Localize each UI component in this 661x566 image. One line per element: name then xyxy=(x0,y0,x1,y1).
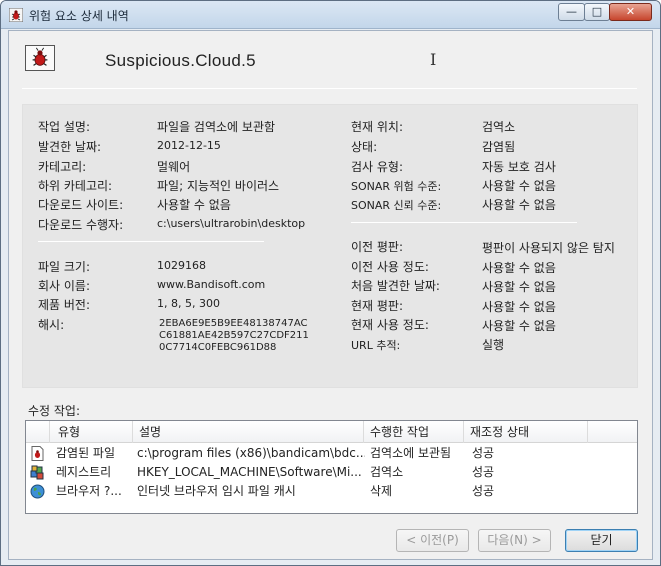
row-description: c:\program files (x86)\bandicam\bdc... xyxy=(137,446,365,460)
label-url-tracking: URL 추적: xyxy=(351,339,401,352)
label-product-version: 제품 버전: xyxy=(38,298,91,312)
label-current-usage: 현재 사용 정도: xyxy=(351,318,429,332)
close-window-button[interactable]: ✕ xyxy=(609,3,652,21)
hash-line: 0C7714C0FEBC961D88 xyxy=(159,342,277,353)
close-icon: ✕ xyxy=(625,5,636,18)
label-scan-type: 검사 유형: xyxy=(351,160,404,174)
value-first-seen: 사용할 수 없음 xyxy=(482,280,556,294)
threat-header: Suspicious.Cloud.5 I xyxy=(9,31,652,93)
row-action: 검역소에 보관됨 xyxy=(370,446,452,460)
label-sonar-risk: SONAR 위험 수준: xyxy=(351,180,442,193)
label-company-name: 회사 이름: xyxy=(38,279,91,293)
table-row[interactable]: 브라우저 ?... 인터넷 브라우저 임시 파일 캐시 삭제 성공 xyxy=(26,482,637,501)
threat-details-window: 위험 요소 상세 내역 — □ ✕ Suspicious.Cloud.5 I 작… xyxy=(0,0,661,566)
threat-bug-icon xyxy=(25,45,55,71)
row-status: 성공 xyxy=(472,465,495,479)
row-status: 성공 xyxy=(472,446,495,460)
row-status: 성공 xyxy=(472,484,495,498)
minimize-icon: — xyxy=(566,5,577,18)
value-sonar-risk: 사용할 수 없음 xyxy=(482,179,556,193)
value-url-tracking: 실행 xyxy=(482,338,505,352)
value-current-usage: 사용할 수 없음 xyxy=(482,319,556,333)
browser-globe-icon xyxy=(30,484,45,499)
label-first-seen: 처음 발견한 날짜: xyxy=(351,279,440,293)
close-button[interactable]: 닫기 xyxy=(565,529,638,552)
row-type: 감염된 파일 xyxy=(56,446,116,460)
label-file-size: 파일 크기: xyxy=(38,260,91,274)
row-action: 검역소 xyxy=(370,465,404,479)
infected-file-icon xyxy=(31,446,44,461)
value-hash: 2EBA6E9E5B9EE48138747AC C61881AE42B597C2… xyxy=(159,318,309,354)
label-sonar-trust: SONAR 신뢰 수준: xyxy=(351,199,442,212)
label-action-description: 작업 설명: xyxy=(38,120,91,134)
table-row[interactable]: 감염된 파일 c:\program files (x86)\bandicam\b… xyxy=(26,444,637,463)
value-subcategory: 파일; 지능적인 바이러스 xyxy=(157,179,280,193)
value-current-location: 검역소 xyxy=(482,120,516,134)
table-row[interactable]: 레지스트리 HKEY_LOCAL_MACHINE\Software\Mi... … xyxy=(26,463,637,482)
header-divider xyxy=(22,88,637,89)
title-bar[interactable]: 위험 요소 상세 내역 — □ ✕ xyxy=(1,1,660,29)
value-downloaded-by: c:\users\ultrarobin\desktop xyxy=(157,217,306,230)
right-separator xyxy=(351,222,577,223)
value-previous-usage: 사용할 수 없음 xyxy=(482,261,556,275)
row-type: 브라우저 ?... xyxy=(56,484,122,498)
dialog-content: Suspicious.Cloud.5 I 작업 설명: 파일을 검역소에 보관함… xyxy=(8,30,653,560)
value-product-version: 1, 8, 5, 300 xyxy=(157,297,220,310)
label-current-reputation: 현재 평판: xyxy=(351,299,404,313)
registry-icon xyxy=(30,465,44,480)
hash-line: 2EBA6E9E5B9EE48138747AC xyxy=(159,318,308,329)
column-header-status[interactable]: 재조정 상태 xyxy=(464,421,588,443)
column-header-description[interactable]: 설명 xyxy=(133,421,364,443)
value-previous-reputation: 평판이 사용되지 않은 탐지 xyxy=(482,241,615,255)
label-status: 상태: xyxy=(351,140,378,154)
row-type: 레지스트리 xyxy=(56,465,112,479)
column-header-type[interactable]: 유형 xyxy=(50,421,133,443)
label-subcategory: 하위 카테고리: xyxy=(38,179,113,193)
table-header: 유형 설명 수행한 작업 재조정 상태 xyxy=(26,421,637,443)
row-description: 인터넷 브라우저 임시 파일 캐시 xyxy=(137,484,296,498)
column-header-icon[interactable] xyxy=(26,421,50,443)
value-company-name: www.Bandisoft.com xyxy=(157,278,266,291)
maximize-icon: □ xyxy=(591,5,603,18)
label-previous-reputation: 이전 평판: xyxy=(351,240,404,254)
value-status: 감염됨 xyxy=(482,140,516,154)
row-action: 삭제 xyxy=(370,484,393,498)
value-sonar-trust: 사용할 수 없음 xyxy=(482,198,556,212)
value-action-description: 파일을 검역소에 보관함 xyxy=(157,120,276,134)
label-category: 카테고리: xyxy=(38,160,87,174)
repair-actions-label: 수정 작업: xyxy=(28,404,81,418)
label-current-location: 현재 위치: xyxy=(351,120,404,134)
text-cursor-icon: I xyxy=(430,50,437,69)
next-button[interactable]: 다음(N) > xyxy=(478,529,551,552)
previous-button[interactable]: < 이전(P) xyxy=(396,529,469,552)
value-download-site: 사용할 수 없음 xyxy=(157,198,231,212)
label-downloaded-by: 다운로드 수행자: xyxy=(38,218,124,232)
details-panel: 작업 설명: 파일을 검역소에 보관함 발견한 날짜: 2012-12-15 카… xyxy=(22,104,638,388)
label-found-date: 발견한 날짜: xyxy=(38,140,102,154)
value-file-size: 1029168 xyxy=(157,259,206,272)
repair-actions-table[interactable]: 유형 설명 수행한 작업 재조정 상태 감염된 파일 c:\program fi… xyxy=(25,420,638,514)
value-scan-type: 자동 보호 검사 xyxy=(482,160,556,174)
value-current-reputation: 사용할 수 없음 xyxy=(482,300,556,314)
label-hash: 해시: xyxy=(38,318,65,332)
label-download-site: 다운로드 사이트: xyxy=(38,198,124,212)
hash-line: C61881AE42B597C27CDF211 xyxy=(159,330,309,341)
value-found-date: 2012-12-15 xyxy=(157,139,221,152)
value-category: 멀웨어 xyxy=(157,160,191,174)
column-header-filler xyxy=(588,421,637,443)
label-previous-usage: 이전 사용 정도: xyxy=(351,260,429,274)
threat-bug-icon xyxy=(9,8,23,22)
row-description: HKEY_LOCAL_MACHINE\Software\Mi... xyxy=(137,465,362,479)
maximize-button[interactable]: □ xyxy=(584,3,610,21)
window-title: 위험 요소 상세 내역 xyxy=(29,9,129,23)
minimize-button[interactable]: — xyxy=(558,3,585,21)
left-separator xyxy=(38,241,264,242)
threat-name: Suspicious.Cloud.5 xyxy=(105,51,256,70)
column-header-action[interactable]: 수행한 작업 xyxy=(364,421,464,443)
